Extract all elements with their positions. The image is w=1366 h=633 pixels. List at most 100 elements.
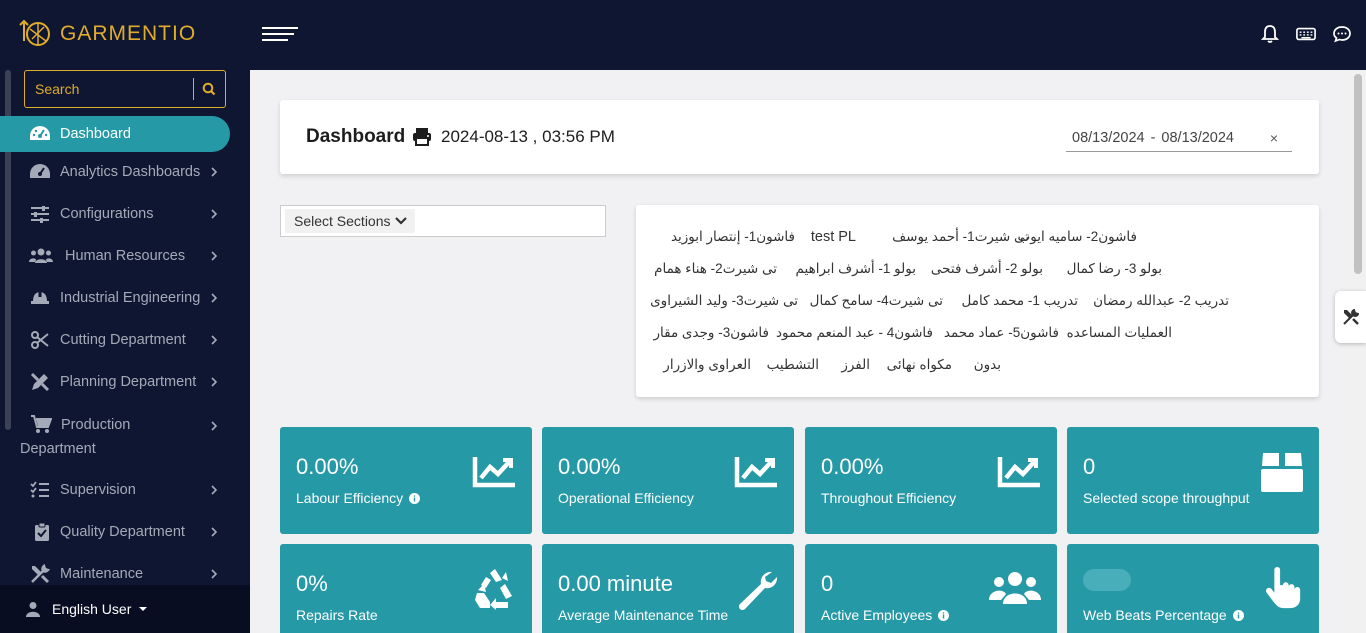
brand-name: GARMENTIO xyxy=(60,22,197,45)
kpi-label: Active Employees xyxy=(821,607,933,623)
sidebar-item-label: Maintenance xyxy=(60,566,144,582)
loading-placeholder xyxy=(1083,569,1131,591)
wrench-icon xyxy=(738,571,778,610)
kpi-tile-repairs-rate[interactable]: 0% Repairs Rate xyxy=(280,544,532,633)
pencil-ruler-icon xyxy=(28,372,52,392)
sidebar-item-label: Planning Department xyxy=(60,374,197,390)
sidebar-item-label: Configurations xyxy=(60,206,154,222)
select-sections-label: Select Sections xyxy=(294,213,391,229)
chevron-right-icon xyxy=(211,569,218,579)
sidebar-item-production-department[interactable]: Production Department xyxy=(0,408,250,464)
kpi-tile-web-beats-percentage[interactable]: Web Beats Percentage xyxy=(1067,544,1319,633)
section-item[interactable]: فاشون1- إنتصار ابوزيد xyxy=(671,229,795,245)
section-item[interactable]: بولو 2- أشرف فتحى xyxy=(931,261,1043,277)
sidebar-item-configurations[interactable]: Configurations xyxy=(0,201,250,227)
section-item[interactable]: تى شيرت4- سامح كمال xyxy=(810,293,943,309)
date-separator: - xyxy=(1150,129,1156,146)
sidebar-item-label: Analytics Dashboards xyxy=(60,164,201,180)
sidebar-item-label: Industrial Engineering xyxy=(60,290,201,306)
section-item[interactable]: العمليات المساعده xyxy=(1067,325,1172,341)
date-range-picker[interactable]: 08/13/2024 - 08/13/2024 × xyxy=(1066,124,1292,152)
section-item[interactable]: مكواه نهائى xyxy=(887,357,952,373)
sidebar-item-label: Cutting Department xyxy=(60,332,186,348)
user-menu[interactable]: English User xyxy=(0,585,250,633)
hamburger-line xyxy=(262,33,294,35)
sections-select: Select Sections xyxy=(280,205,606,237)
section-item[interactable]: الفرز xyxy=(841,357,870,373)
kpi-tile-throughout-efficiency[interactable]: 0.00% Throughout Efficiency xyxy=(805,427,1057,534)
sidebar-item-maintenance[interactable]: Maintenance xyxy=(0,561,250,587)
section-item[interactable]: تى شيرت1- أحمد يوسف xyxy=(892,229,1029,245)
sidebar-item-cutting-department[interactable]: Cutting Department xyxy=(0,327,250,353)
scissors-icon xyxy=(28,330,52,350)
kpi-tile-selected-scope-throughput[interactable]: 0 Selected scope throughput xyxy=(1067,427,1319,534)
kpi-value: 0 xyxy=(821,571,834,596)
chat-icon[interactable] xyxy=(1332,24,1352,44)
section-item[interactable]: فاشون5- عماد محمد xyxy=(944,325,1059,341)
search-icon xyxy=(203,82,216,96)
clear-date-button[interactable]: × xyxy=(1270,130,1278,146)
box-icon xyxy=(1261,453,1303,492)
section-item[interactable]: تدريب 1- محمد كامل xyxy=(962,293,1079,309)
chevron-right-icon xyxy=(211,167,218,177)
chevron-right-icon xyxy=(211,377,218,387)
hamburger-line xyxy=(262,27,298,29)
user-icon xyxy=(26,602,40,617)
section-item[interactable]: التشطيب xyxy=(767,357,819,373)
scrollbar-thumb[interactable] xyxy=(1354,74,1362,274)
kpi-tile-average-maintenance-time[interactable]: 0.00 minute Average Maintenance Time xyxy=(542,544,794,633)
sidebar-item-supervision[interactable]: Supervision xyxy=(0,477,250,503)
kpi-tile-active-employees[interactable]: 0 Active Employees xyxy=(805,544,1057,633)
page-title: Dashboard xyxy=(306,126,406,147)
trend-chart-icon xyxy=(997,457,1040,488)
kpi-tile-operational-efficiency[interactable]: 0.00% Operational Efficiency xyxy=(542,427,794,534)
section-item[interactable]: بولو 3- رضا كمال xyxy=(1067,261,1162,277)
info-icon[interactable] xyxy=(1232,609,1244,621)
top-bar: GARMENTIO xyxy=(0,0,1366,70)
cart-icon xyxy=(31,415,52,433)
section-item[interactable]: بولو 1- أشرف ابراهيم xyxy=(796,261,916,277)
trend-chart-icon xyxy=(734,457,777,488)
settings-side-tab[interactable] xyxy=(1335,291,1366,343)
menu-toggle-button[interactable] xyxy=(262,27,298,43)
section-item[interactable]: العراوى والازرار xyxy=(663,357,751,373)
chevron-down-icon xyxy=(394,217,407,225)
bell-icon[interactable] xyxy=(1260,24,1280,44)
sidebar-item-planning-department[interactable]: Planning Department xyxy=(0,369,250,395)
section-item[interactable]: تى شيرت3- وليد الشيراوى xyxy=(650,293,798,309)
search-input[interactable] xyxy=(25,81,193,97)
info-icon[interactable] xyxy=(938,609,950,621)
brand-logo[interactable]: GARMENTIO xyxy=(18,18,196,50)
date-from: 08/13/2024 xyxy=(1072,129,1145,146)
select-sections-button[interactable]: Select Sections xyxy=(285,209,415,233)
print-icon[interactable] xyxy=(412,127,432,146)
keyboard-icon[interactable] xyxy=(1296,24,1316,44)
sidebar-item-human-resources[interactable]: Human Resources xyxy=(0,243,250,269)
main-scrollbar[interactable] xyxy=(1350,70,1366,633)
trend-chart-icon xyxy=(472,457,515,488)
section-item[interactable]: فاشون3- وجدى مقار xyxy=(653,325,769,341)
info-icon[interactable] xyxy=(409,492,421,504)
section-item[interactable]: فاشون4 - عبد المنعم محمود xyxy=(776,325,933,341)
sidebar-item-dashboard[interactable]: Dashboard xyxy=(0,116,230,152)
dashboard-gauge-icon xyxy=(28,124,52,144)
sidebar-item-label: Quality Department xyxy=(60,524,185,540)
users-group-icon xyxy=(989,572,1041,604)
sidebar-item-quality-department[interactable]: Quality Department xyxy=(0,519,250,545)
hamburger-line xyxy=(262,39,288,41)
search-button[interactable] xyxy=(194,82,225,96)
kpi-tile-labour-efficiency[interactable]: 0.00% Labour Efficiency xyxy=(280,427,532,534)
dashboard-header-card: Dashboard 2024-08-13 , 03:56 PM 08/13/20… xyxy=(280,100,1319,174)
clipboard-check-icon xyxy=(30,522,54,542)
user-name: English User xyxy=(52,601,132,617)
section-item[interactable]: تى شيرت2- هناء همام xyxy=(654,261,777,277)
kpi-value: 0.00% xyxy=(821,454,884,479)
section-item[interactable]: بدون xyxy=(974,357,1001,373)
sidebar-item-label: Dashboard xyxy=(60,126,131,142)
sidebar-item-analytics-dashboards[interactable]: Analytics Dashboards xyxy=(0,159,250,185)
section-item[interactable]: test PL xyxy=(811,229,856,245)
section-item[interactable]: فاشون2- ساميه ايوب xyxy=(1018,229,1137,245)
kpi-label: Repairs Rate xyxy=(296,607,378,623)
section-item[interactable]: تدريب 2- عبدالله رمضان xyxy=(1093,293,1229,309)
sidebar-item-industrial-engineering[interactable]: Industrial Engineering xyxy=(0,285,250,311)
